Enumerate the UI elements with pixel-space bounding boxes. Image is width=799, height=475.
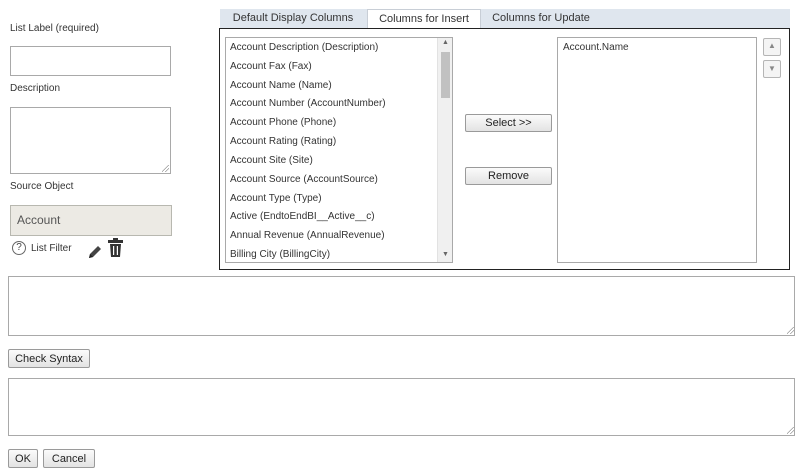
pencil-icon[interactable] — [87, 244, 103, 260]
list-item[interactable]: Account Phone (Phone) — [230, 114, 336, 132]
list-item[interactable]: Billing City (BillingCity) — [230, 246, 330, 262]
source-object-label: Source Object — [10, 181, 74, 192]
trash-icon[interactable] — [107, 238, 124, 257]
tab-columns-for-insert[interactable]: Columns for Insert — [367, 9, 481, 28]
list-item[interactable]: Account Fax (Fax) — [230, 58, 312, 76]
move-up-icon: ▲ — [768, 41, 776, 50]
select-button[interactable]: Select >> — [465, 114, 552, 132]
list-item[interactable]: Account.Name — [563, 42, 629, 53]
list-label-label: List Label (required) — [10, 23, 99, 34]
tab-default-display-columns[interactable]: Default Display Columns — [220, 9, 366, 28]
move-up-button[interactable]: ▲ — [763, 38, 781, 56]
column-tabs: Default Display Columns Columns for Inse… — [220, 9, 790, 28]
available-columns-list[interactable]: Account Description (Description) Accoun… — [225, 37, 453, 263]
list-item[interactable]: Account Rating (Rating) — [230, 133, 336, 151]
list-editor-dialog: List Label (required) Description Source… — [0, 0, 799, 475]
cancel-button[interactable]: Cancel — [43, 449, 95, 468]
list-item[interactable]: Account Number (AccountNumber) — [230, 95, 386, 113]
scroll-up-arrow-icon[interactable]: ▲ — [442, 39, 449, 46]
move-down-icon: ▼ — [768, 64, 776, 73]
description-textarea[interactable] — [10, 107, 171, 174]
selected-columns-list[interactable]: Account.Name — [557, 37, 757, 263]
list-label-input[interactable] — [10, 46, 171, 76]
list-item[interactable]: Account Source (AccountSource) — [230, 171, 378, 189]
list-item[interactable]: Account Type (Type) — [230, 190, 322, 208]
description-label: Description — [10, 83, 61, 94]
list-filter-row: ? List Filter — [12, 238, 72, 258]
scrollbar-thumb[interactable] — [441, 52, 450, 98]
source-object-field: Account — [10, 205, 172, 236]
scroll-down-arrow-icon[interactable]: ▼ — [442, 251, 449, 258]
help-circle-icon[interactable]: ? — [12, 241, 26, 255]
list-item[interactable]: Account Site (Site) — [230, 152, 313, 170]
resize-grip-icon[interactable] — [162, 165, 169, 172]
list-item[interactable]: Account Description (Description) — [230, 39, 378, 57]
ok-button[interactable]: OK — [8, 449, 38, 468]
move-down-button[interactable]: ▼ — [763, 60, 781, 78]
list-item[interactable]: Account Name (Name) — [230, 77, 332, 95]
available-list-scrollbar[interactable]: ▲ ▼ — [437, 38, 452, 262]
list-filter-label[interactable]: List Filter — [31, 243, 72, 254]
resize-grip-icon[interactable] — [787, 327, 794, 334]
remove-button[interactable]: Remove — [465, 167, 552, 185]
resize-grip-icon[interactable] — [787, 427, 794, 434]
list-item[interactable]: Annual Revenue (AnnualRevenue) — [230, 227, 385, 245]
syntax-result-textarea[interactable] — [8, 378, 795, 436]
check-syntax-button[interactable]: Check Syntax — [8, 349, 90, 368]
query-textarea[interactable] — [8, 276, 795, 336]
list-item[interactable]: Active (EndtoEndBI__Active__c) — [230, 208, 375, 226]
tab-columns-for-update[interactable]: Columns for Update — [482, 9, 600, 28]
